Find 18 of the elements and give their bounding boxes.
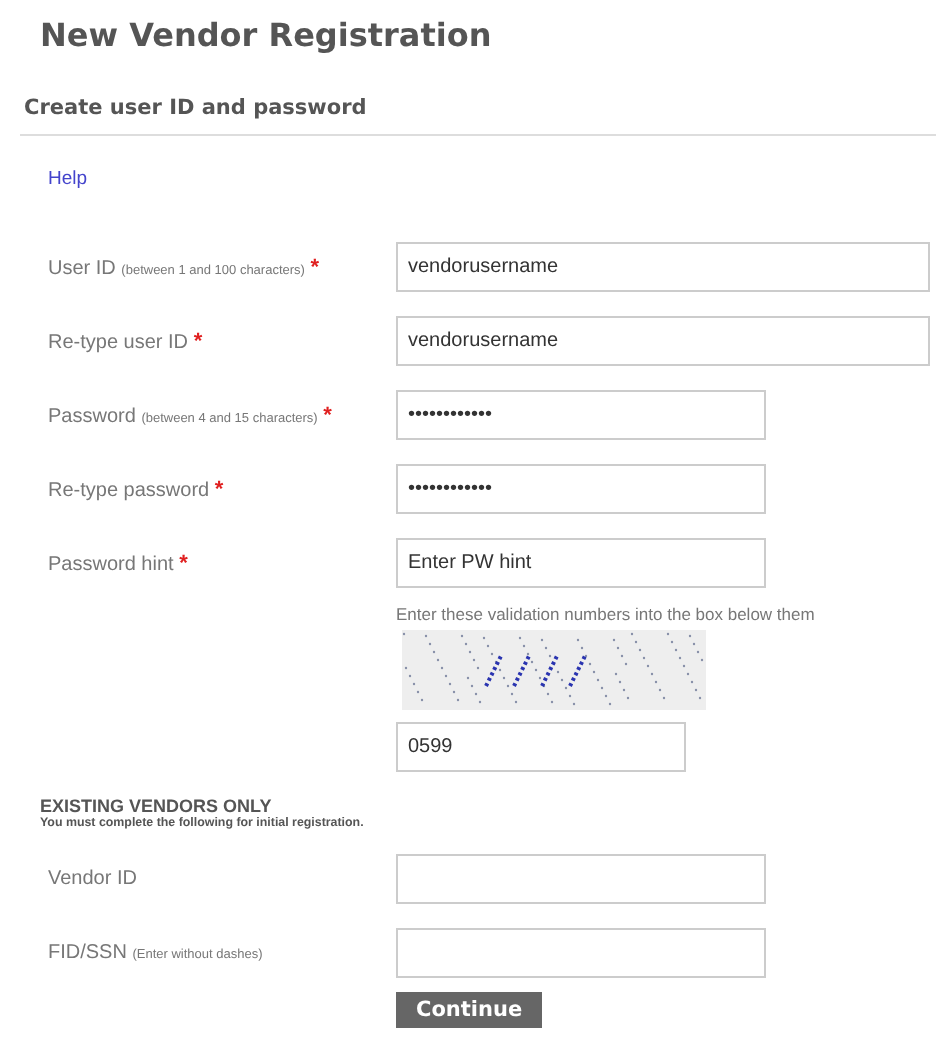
captcha-instruction: Enter these validation numbers into the box below them [396, 604, 817, 624]
page-title: New Vendor Registration [40, 14, 494, 58]
input-field[interactable]: vendorusername [396, 316, 930, 366]
input-field[interactable] [396, 928, 766, 978]
existing-vendors-heading: EXISTING VENDORS ONLY [40, 796, 274, 816]
field-label: Re-type password * [46, 477, 226, 501]
input-field[interactable]: •••••••••••• [396, 464, 766, 514]
field-label: Password hint * [46, 551, 190, 575]
input-field[interactable]: vendorusername [396, 242, 930, 292]
section-heading: Create user ID and password [24, 96, 369, 120]
input-field[interactable]: •••••••••••• [396, 390, 766, 440]
help-link[interactable]: Help [48, 168, 88, 190]
input-field[interactable] [396, 854, 766, 904]
captcha-input-field[interactable]: 0599 [396, 722, 686, 772]
field-label: Re-type user ID * [46, 329, 205, 353]
continue-button[interactable]: Continue [396, 992, 543, 1028]
input-field[interactable]: Enter PW hint [396, 538, 766, 588]
field-label: Vendor ID [46, 868, 139, 890]
